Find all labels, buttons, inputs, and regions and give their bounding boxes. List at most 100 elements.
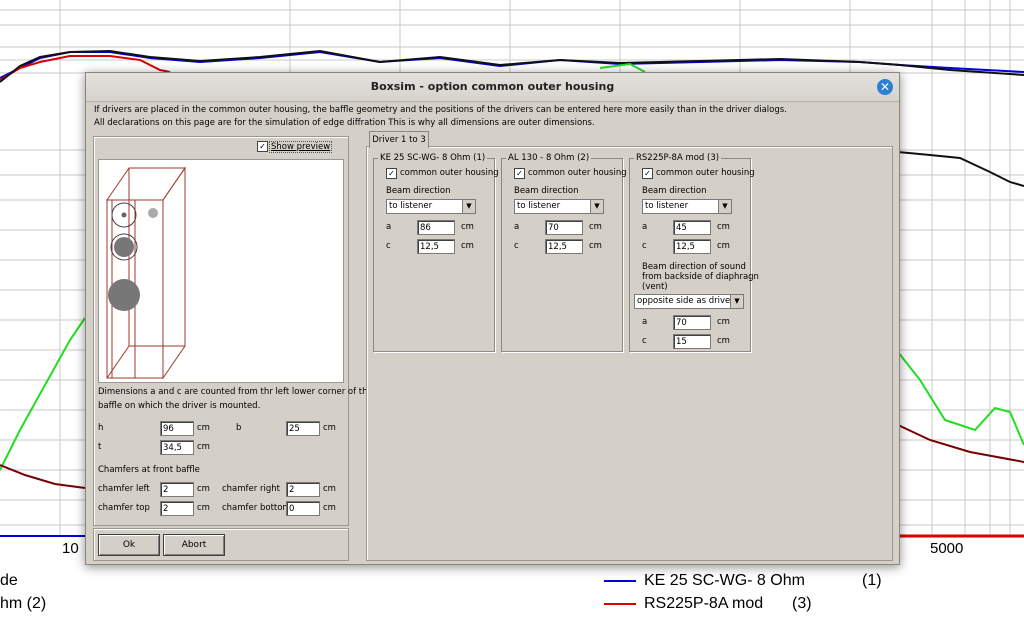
driver-group-3: RS225P-8A mod (3) ✓ common outer housing… xyxy=(629,153,759,352)
close-icon[interactable]: ✕ xyxy=(877,79,893,95)
vent-c-input[interactable]: 15 xyxy=(673,334,711,349)
chevron-down-icon[interactable]: ▼ xyxy=(718,200,731,213)
vent-direction-value: opposite side as driver xyxy=(637,296,734,306)
tweeter-back xyxy=(148,208,158,218)
chamfer-top-input[interactable]: 2 xyxy=(160,501,194,516)
vent-c-label: c xyxy=(642,336,647,346)
b-input[interactable]: 25 xyxy=(286,421,320,436)
driver-group-2: AL 130 - 8 Ohm (2) ✓ common outer housin… xyxy=(501,153,627,352)
abort-button[interactable]: Abort xyxy=(163,534,225,556)
vent-direction-select[interactable]: opposite side as driver ▼ xyxy=(634,294,744,309)
common-housing-checkbox-3[interactable]: ✓ xyxy=(642,168,653,179)
c-label-3: c xyxy=(642,241,647,251)
b-label: b xyxy=(236,423,242,433)
common-housing-checkbox-2[interactable]: ✓ xyxy=(514,168,525,179)
c-label-2: c xyxy=(514,241,519,251)
button-panel: Ok Abort xyxy=(93,528,349,561)
chamfers-heading: Chamfers at front baffle xyxy=(98,465,200,475)
midrange-icon xyxy=(114,237,134,257)
left-legend-1: de xyxy=(0,572,18,589)
show-preview-checkbox[interactable]: ✓ xyxy=(257,141,268,152)
chevron-down-icon[interactable]: ▼ xyxy=(462,200,475,213)
driver-group-1: KE 25 SC-WG- 8 Ohm (1) ✓ common outer ho… xyxy=(373,153,499,352)
common-housing-label-2: common outer housing xyxy=(528,168,627,178)
c-input-2[interactable]: 12,5 xyxy=(545,239,583,254)
t-unit: cm xyxy=(197,442,210,452)
t-label: t xyxy=(98,442,102,452)
vent-a-input[interactable]: 70 xyxy=(673,315,711,330)
chamfer-right-label: chamfer right xyxy=(222,484,280,494)
c-input-1[interactable]: 12,5 xyxy=(417,239,455,254)
beam-select-3[interactable]: to listener ▼ xyxy=(642,199,732,214)
dialog-title: Boxsim - option common outer housing xyxy=(370,80,615,93)
housing-preview xyxy=(98,159,344,383)
common-outer-housing-dialog: Boxsim - option common outer housing ✕ I… xyxy=(85,72,900,565)
beam-select-1[interactable]: to listener ▼ xyxy=(386,199,476,214)
a-label-2: a xyxy=(514,222,520,232)
h-unit: cm xyxy=(197,423,210,433)
chamfer-top-label: chamfer top xyxy=(98,503,150,513)
driver-title-3: RS225P-8A mod (3) xyxy=(634,153,722,163)
tweeter-icon xyxy=(121,212,127,218)
legend-label-1: KE 25 SC-WG- 8 Ohm xyxy=(644,572,805,589)
c-unit-2: cm xyxy=(589,241,602,251)
driver-title-1: KE 25 SC-WG- 8 Ohm (1) xyxy=(378,153,488,163)
c-unit-3: cm xyxy=(717,241,730,251)
chamfer-right-unit: cm xyxy=(323,484,336,494)
c-input-3[interactable]: 12,5 xyxy=(673,239,711,254)
driver-title-2: AL 130 - 8 Ohm (2) xyxy=(506,153,592,163)
beam-label-3: Beam direction xyxy=(642,186,707,196)
x-tick-10: 10 xyxy=(62,540,79,557)
chamfer-bottom-input[interactable]: 0 xyxy=(286,501,320,516)
vent-c-unit: cm xyxy=(717,336,730,346)
vent-label-3: (vent) xyxy=(642,282,668,292)
woofer-icon xyxy=(108,279,140,311)
dimension-note-2: baffle on which the driver is mounted. xyxy=(98,401,261,411)
vent-a-unit: cm xyxy=(717,317,730,327)
dimension-note-1: Dimensions a and c are counted from thr … xyxy=(98,387,373,397)
c-unit-1: cm xyxy=(461,241,474,251)
a-label-3: a xyxy=(642,222,648,232)
beam-label-2: Beam direction xyxy=(514,186,579,196)
chamfer-top-unit: cm xyxy=(197,503,210,513)
show-preview-label[interactable]: Show preview xyxy=(269,141,333,153)
info-line-2: All declarations on this page are for th… xyxy=(94,118,595,128)
chamfer-left-label: chamfer left xyxy=(98,484,150,494)
a-label-1: a xyxy=(386,222,392,232)
beam-label-1: Beam direction xyxy=(386,186,451,196)
chamfer-left-input[interactable]: 2 xyxy=(160,482,194,497)
tab-driver-1-to-3[interactable]: Driver 1 to 3 xyxy=(369,131,429,148)
ok-button[interactable]: Ok xyxy=(98,534,160,556)
chamfer-bottom-unit: cm xyxy=(323,503,336,513)
dialog-titlebar[interactable]: Boxsim - option common outer housing ✕ xyxy=(86,73,899,102)
beam-select-2[interactable]: to listener ▼ xyxy=(514,199,604,214)
common-housing-label-3: common outer housing xyxy=(656,168,755,178)
chevron-down-icon[interactable]: ▼ xyxy=(730,295,743,308)
common-housing-checkbox-1[interactable]: ✓ xyxy=(386,168,397,179)
beam-select-value-2: to listener xyxy=(517,201,561,211)
x-tick-5000: 5000 xyxy=(930,540,964,557)
chevron-down-icon[interactable]: ▼ xyxy=(590,200,603,213)
chamfer-right-input[interactable]: 2 xyxy=(286,482,320,497)
a-unit-2: cm xyxy=(589,222,602,232)
t-input[interactable]: 34,5 xyxy=(160,440,194,455)
chamfer-bottom-label: chamfer bottom xyxy=(222,503,291,513)
a-unit-1: cm xyxy=(461,222,474,232)
a-unit-3: cm xyxy=(717,222,730,232)
driver-tab-panel: KE 25 SC-WG- 8 Ohm (1) ✓ common outer ho… xyxy=(366,146,893,561)
a-input-2[interactable]: 70 xyxy=(545,220,583,235)
legend-number-1: (1) xyxy=(862,572,882,589)
chamfer-left-unit: cm xyxy=(197,484,210,494)
a-input-1[interactable]: 86 xyxy=(417,220,455,235)
vent-label-2: from backside of diaphragn xyxy=(642,272,759,282)
h-input[interactable]: 96 xyxy=(160,421,194,436)
left-legend-2: hm (2) xyxy=(0,595,47,612)
info-line-1: If drivers are placed in the common oute… xyxy=(94,105,787,115)
c-label-1: c xyxy=(386,241,391,251)
h-label: h xyxy=(98,423,104,433)
beam-select-value-1: to listener xyxy=(389,201,433,211)
vent-a-label: a xyxy=(642,317,648,327)
a-input-3[interactable]: 45 xyxy=(673,220,711,235)
legend-number-3: (3) xyxy=(792,595,812,612)
legend-label-3: RS225P-8A mod xyxy=(644,595,764,612)
